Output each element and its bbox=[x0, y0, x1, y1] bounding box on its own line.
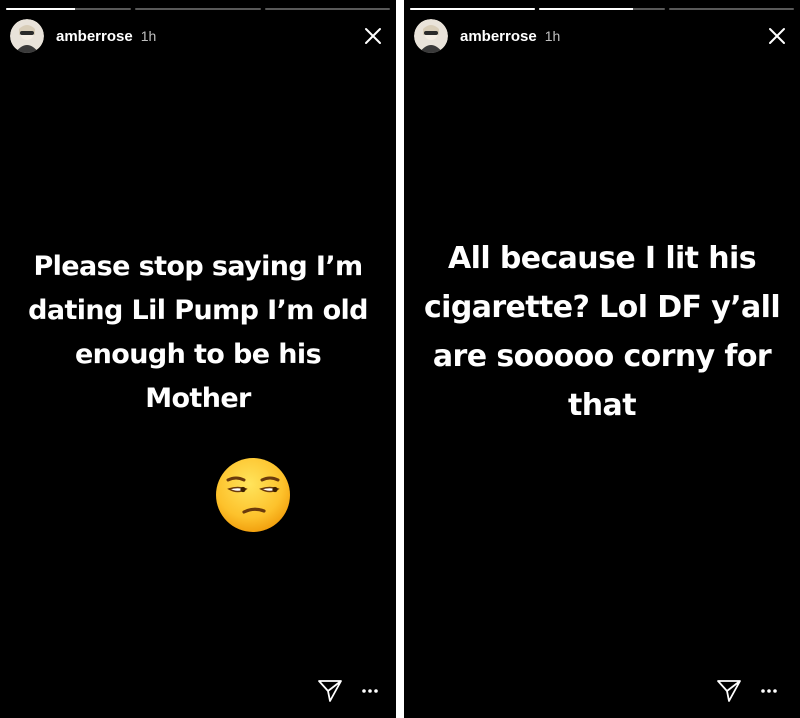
user-avatar[interactable] bbox=[10, 19, 44, 53]
story-header: amberrose 1h bbox=[414, 18, 792, 54]
username[interactable]: amberrose bbox=[460, 28, 537, 45]
username[interactable]: amberrose bbox=[56, 28, 133, 45]
caption-line: are sooooo corny for bbox=[432, 339, 772, 374]
post-time: 1h bbox=[140, 28, 157, 44]
progress-fill bbox=[410, 8, 536, 10]
send-icon[interactable] bbox=[315, 676, 345, 706]
story-progress-bar bbox=[6, 8, 390, 10]
send-icon[interactable] bbox=[714, 676, 744, 706]
progress-segment bbox=[668, 8, 794, 10]
story-progress-bar bbox=[410, 8, 794, 10]
caption-line: dating Lil Pump I’m old bbox=[28, 295, 368, 326]
story-caption: All because I lit his cigarette? Lol DF … bbox=[404, 234, 800, 430]
close-icon[interactable] bbox=[358, 21, 388, 51]
story-caption: Please stop saying I’m dating Lil Pump I… bbox=[0, 245, 396, 421]
post-time: 1h bbox=[544, 28, 561, 44]
progress-fill bbox=[6, 8, 75, 10]
progress-fill bbox=[539, 8, 634, 10]
story-panel-left[interactable]: amberrose 1h Please stop saying I’m dati… bbox=[0, 0, 396, 718]
user-avatar[interactable] bbox=[414, 19, 448, 53]
caption-line: Please stop saying I’m bbox=[33, 251, 363, 282]
progress-segment bbox=[135, 8, 261, 10]
caption-line: Mother bbox=[145, 383, 251, 414]
story-panel-right[interactable]: amberrose 1h All because I lit his cigar… bbox=[404, 0, 800, 718]
more-icon[interactable] bbox=[756, 676, 782, 706]
unamused-face-emoji bbox=[214, 456, 292, 534]
progress-segment bbox=[264, 8, 390, 10]
caption-line: enough to be his bbox=[74, 339, 322, 370]
progress-segment bbox=[539, 8, 665, 10]
close-icon[interactable] bbox=[762, 21, 792, 51]
progress-segment bbox=[410, 8, 536, 10]
more-icon[interactable] bbox=[357, 676, 383, 706]
caption-line: All because I lit his bbox=[448, 241, 757, 276]
story-header: amberrose 1h bbox=[10, 18, 388, 54]
caption-line: cigarette? Lol DF y’all bbox=[423, 290, 781, 325]
caption-line: that bbox=[568, 388, 636, 423]
progress-segment bbox=[6, 8, 132, 10]
